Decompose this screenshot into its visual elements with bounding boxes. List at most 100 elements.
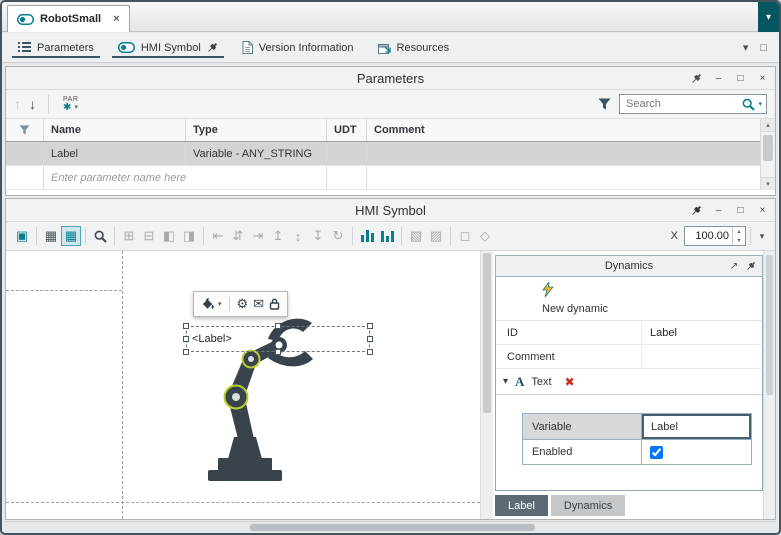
scrollbar-thumb[interactable]	[483, 253, 491, 413]
toolbar-overflow-icon[interactable]: ▾	[755, 226, 769, 246]
distribute-vertical-icon[interactable]	[377, 226, 397, 246]
step-up-icon[interactable]: ▴	[733, 227, 745, 236]
layers-icon[interactable]: ▣	[12, 226, 32, 246]
variable-value[interactable]: Label	[642, 414, 751, 439]
horizontal-scrollbar[interactable]	[5, 521, 776, 532]
zoom-icon[interactable]	[90, 226, 110, 246]
enabled-checkbox[interactable]	[650, 446, 663, 459]
table-new-row[interactable]: Enter parameter name here	[6, 166, 760, 190]
selection-handle[interactable]	[367, 349, 373, 355]
close-tab-icon[interactable]: ×	[113, 13, 119, 25]
tab-dynamics[interactable]: Dynamics	[551, 495, 625, 516]
envelope-icon[interactable]: ✉	[253, 296, 264, 312]
stroke-pattern-icon[interactable]: ▨	[426, 226, 446, 246]
snap-to-grid-icon[interactable]: ▦	[61, 226, 81, 246]
fill-color-icon[interactable]	[201, 298, 215, 311]
selected-label-object[interactable]: <Label>	[186, 326, 370, 352]
pin-icon[interactable]	[744, 258, 758, 274]
close-icon[interactable]: ×	[754, 202, 771, 218]
show-grid-icon[interactable]: ▦	[41, 226, 61, 246]
scrollbar-thumb[interactable]	[250, 524, 535, 531]
tab-resources[interactable]: Resources	[366, 33, 462, 62]
pin-icon[interactable]	[688, 70, 705, 86]
align-bottom-icon[interactable]: ↧	[308, 226, 328, 246]
scroll-down-icon[interactable]: ▾	[761, 177, 775, 190]
group-icon[interactable]: ⊞	[119, 226, 139, 246]
close-icon[interactable]: ×	[754, 70, 771, 86]
selection-handle[interactable]	[275, 323, 281, 329]
cell-type[interactable]: Variable - ANY_STRING	[186, 142, 327, 165]
selection-rect-icon[interactable]: ◻	[455, 226, 475, 246]
distribute-horizontal-icon[interactable]	[357, 226, 377, 246]
column-header-comment[interactable]: Comment	[367, 119, 760, 141]
maximize-icon[interactable]: □	[732, 202, 749, 218]
selection-handle[interactable]	[183, 323, 189, 329]
new-parameter-placeholder[interactable]: Enter parameter name here	[44, 166, 327, 189]
step-down-icon[interactable]: ▾	[733, 236, 745, 245]
column-header-type[interactable]: Type	[186, 119, 327, 141]
add-parameter-button[interactable]: PAR ✱ ▾	[63, 96, 78, 113]
cell-udt[interactable]	[327, 142, 367, 165]
selection-shape-icon[interactable]: ◇	[475, 226, 495, 246]
table-vertical-scrollbar[interactable]: ▴ ▾	[760, 119, 775, 190]
send-to-back-icon[interactable]: ◨	[179, 226, 199, 246]
tab-parameters[interactable]: Parameters	[6, 33, 106, 62]
search-icon[interactable]	[742, 98, 755, 111]
cell-name[interactable]: Label	[44, 142, 186, 165]
minimize-icon[interactable]: –	[710, 202, 727, 218]
pin-icon[interactable]	[688, 202, 705, 218]
align-left-icon[interactable]: ⇤	[208, 226, 228, 246]
table-row[interactable]: Label Variable - ANY_STRING	[6, 142, 760, 166]
fill-pattern-icon[interactable]: ▧	[406, 226, 426, 246]
tab-label[interactable]: Label	[495, 495, 548, 516]
selection-handle[interactable]	[275, 349, 281, 355]
document-tab-robotsmall[interactable]: RobotSmall ×	[7, 5, 130, 32]
bring-to-front-icon[interactable]: ◧	[159, 226, 179, 246]
rotate-icon[interactable]: ↻	[328, 226, 348, 246]
scrollbar-thumb[interactable]	[766, 255, 773, 395]
restore-icon[interactable]: ↗	[727, 258, 741, 274]
delete-dynamic-icon[interactable]: ✖	[565, 375, 575, 389]
lock-icon[interactable]	[269, 298, 280, 310]
selection-handle[interactable]	[183, 349, 189, 355]
id-value[interactable]: Label	[641, 321, 762, 344]
collapse-panel-button[interactable]: ▾	[758, 2, 779, 32]
x-coordinate-input[interactable]	[685, 227, 732, 245]
chevron-down-icon[interactable]: ▾	[743, 41, 749, 54]
tab-hmi-symbol[interactable]: HMI Symbol	[106, 33, 230, 62]
align-top-icon[interactable]: ↥	[268, 226, 288, 246]
settings-gear-icon[interactable]: ⚙	[237, 296, 249, 312]
column-header-udt[interactable]: UDT	[327, 119, 367, 141]
cell-comment[interactable]	[367, 142, 760, 165]
minimize-icon[interactable]: –	[710, 70, 727, 86]
selection-handle[interactable]	[183, 336, 189, 342]
new-dynamic-button[interactable]: New dynamic	[496, 277, 762, 321]
collapse-section-icon[interactable]: ▾	[503, 376, 508, 387]
canvas-vertical-scrollbar[interactable]	[480, 251, 493, 519]
chevron-down-icon[interactable]: ▾	[758, 100, 762, 108]
chevron-down-icon[interactable]: ▾	[218, 300, 222, 308]
scroll-up-icon[interactable]: ▴	[761, 119, 775, 132]
panel-title: Parameters	[357, 71, 424, 86]
tab-version-information[interactable]: Version Information	[230, 33, 366, 62]
move-up-button[interactable]: ↑	[14, 96, 21, 112]
scrollbar-thumb[interactable]	[763, 135, 773, 161]
pin-icon[interactable]	[207, 42, 218, 53]
variable-value-cell[interactable]: Label	[642, 414, 751, 439]
maximize-icon[interactable]: □	[760, 42, 767, 54]
align-right-icon[interactable]: ⇥	[248, 226, 268, 246]
ungroup-icon[interactable]: ⊟	[139, 226, 159, 246]
symbol-canvas[interactable]: ▾ ⚙ ✉ <Label>	[6, 251, 480, 519]
panel-vertical-scrollbar[interactable]	[763, 251, 775, 519]
selection-handle[interactable]	[367, 323, 373, 329]
column-header-name[interactable]: Name	[44, 119, 186, 141]
maximize-icon[interactable]: □	[732, 70, 749, 86]
comment-value[interactable]	[641, 345, 762, 368]
filter-icon[interactable]	[19, 125, 30, 135]
filter-icon[interactable]	[598, 98, 611, 110]
align-center-icon[interactable]: ⇵	[228, 226, 248, 246]
align-middle-icon[interactable]: ↕	[288, 226, 308, 246]
search-input[interactable]	[624, 97, 739, 111]
move-down-button[interactable]: ↓	[29, 96, 36, 112]
selection-handle[interactable]	[367, 336, 373, 342]
